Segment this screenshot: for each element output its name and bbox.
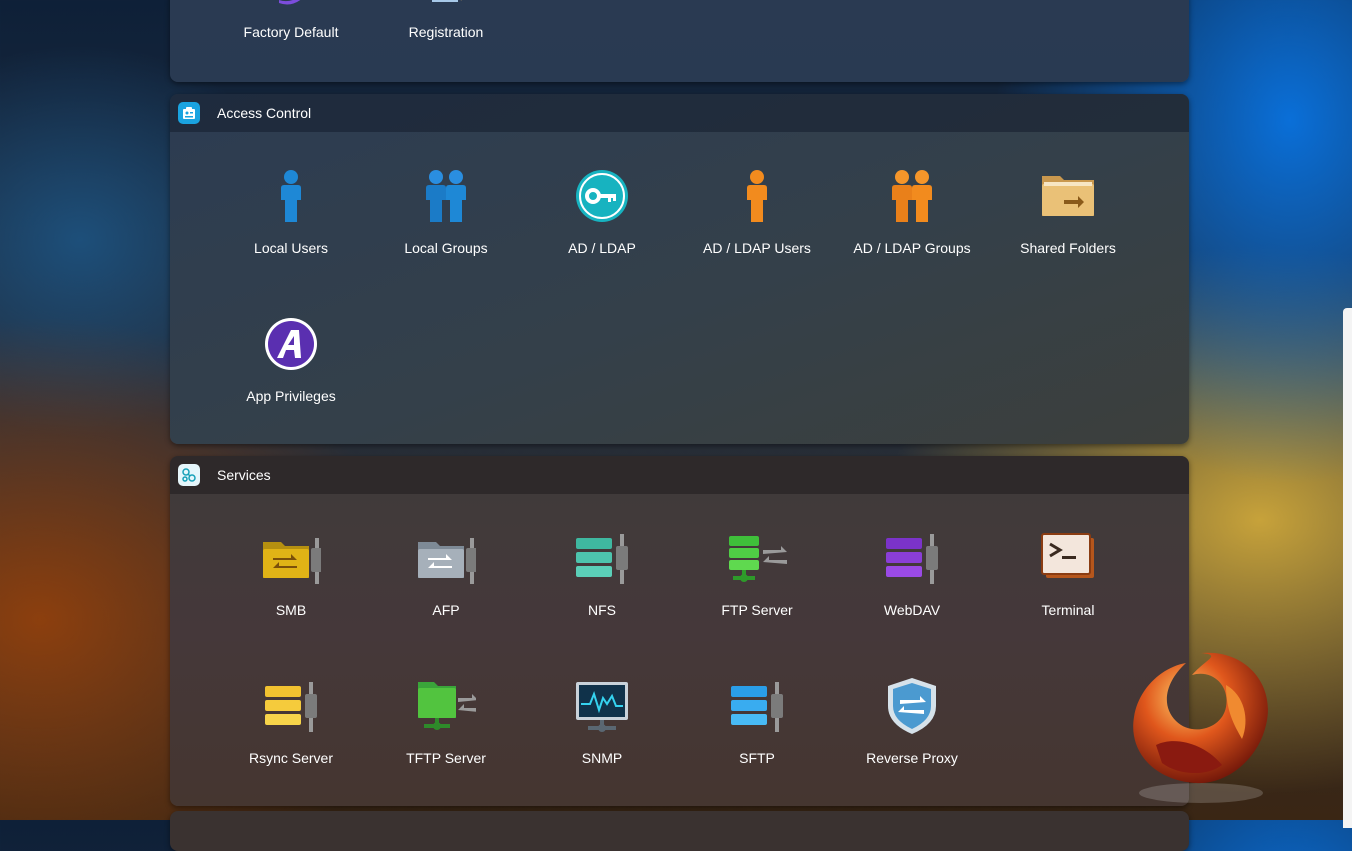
registration-item[interactable]: Registration [376, 0, 516, 40]
rsync-server-icon [265, 682, 317, 732]
smb-icon [263, 538, 321, 584]
key-icon [576, 170, 628, 222]
item-label: TFTP Server [406, 750, 486, 766]
vertical-scrollbar[interactable] [1343, 308, 1352, 828]
app-privileges-item[interactable]: App Privileges [221, 314, 361, 404]
access-control-icon [178, 102, 200, 124]
item-label: AD / LDAP Groups [853, 240, 971, 256]
shared-folder-icon [1042, 176, 1094, 216]
tftp-server-item[interactable]: TFTP Server [376, 676, 516, 766]
item-label: SFTP [739, 750, 775, 766]
sftp-icon [731, 682, 783, 732]
item-label: SNMP [581, 750, 623, 766]
snmp-icon [576, 682, 628, 732]
nfs-item[interactable]: NFS [532, 528, 672, 618]
item-label: AD / LDAP Users [703, 240, 811, 256]
ldap-groups-icon [892, 170, 932, 222]
item-label: App Privileges [246, 388, 336, 404]
webdav-item[interactable]: WebDAV [842, 528, 982, 618]
local-groups-item[interactable]: Local Groups [376, 166, 516, 256]
item-label: Rsync Server [248, 750, 334, 766]
terminal-icon [1041, 533, 1094, 578]
ftp-server-icon [729, 536, 787, 582]
snmp-item[interactable]: SNMP [532, 676, 672, 766]
ad-ldap-item[interactable]: AD / LDAP [532, 166, 672, 256]
webdav-icon [886, 534, 938, 584]
local-users-item[interactable]: Local Users [221, 166, 361, 256]
afp-item[interactable]: AFP [376, 528, 516, 618]
item-label: WebDAV [883, 602, 941, 618]
next-panel [170, 811, 1189, 851]
brand-logo-icon [1133, 652, 1268, 803]
item-label: Local Groups [404, 240, 488, 256]
reverse-proxy-icon [888, 678, 936, 734]
smb-item[interactable]: SMB [221, 528, 361, 618]
item-label: FTP Server [721, 602, 793, 618]
factory-default-item[interactable]: Factory Default [221, 0, 361, 40]
terminal-item[interactable]: Terminal [998, 528, 1138, 618]
item-label: Local Users [254, 240, 328, 256]
local-user-icon [281, 170, 301, 222]
access-control-panel: Access Control Local Users Local Groups … [170, 94, 1189, 444]
item-label: SMB [275, 602, 307, 618]
reverse-proxy-item[interactable]: Reverse Proxy [842, 676, 982, 766]
services-icon [178, 464, 200, 486]
access-control-header: Access Control [170, 94, 1189, 132]
rsync-server-item[interactable]: Rsync Server [221, 676, 361, 766]
ad-ldap-users-item[interactable]: AD / LDAP Users [687, 166, 827, 256]
ftp-server-item[interactable]: FTP Server [687, 528, 827, 618]
nfs-icon [576, 534, 628, 584]
system-panel: Factory Default Registration [170, 0, 1189, 82]
ldap-user-icon [747, 170, 767, 222]
afp-icon [418, 538, 476, 584]
services-panel: Services SMB AFP NFS FTP Server WebDAV T… [170, 456, 1189, 806]
factory-default-icon [279, 0, 301, 5]
item-label: NFS [588, 602, 616, 618]
shared-folders-item[interactable]: Shared Folders [998, 166, 1138, 256]
item-label: Terminal [1041, 602, 1095, 618]
local-groups-icon [426, 170, 466, 222]
tftp-server-icon [418, 682, 476, 730]
sftp-item[interactable]: SFTP [687, 676, 827, 766]
item-label: Reverse Proxy [866, 750, 958, 766]
ad-ldap-groups-item[interactable]: AD / LDAP Groups [842, 166, 982, 256]
app-privileges-icon [265, 318, 317, 370]
access-control-title: Access Control [217, 105, 312, 121]
item-label: Registration [408, 24, 484, 40]
services-title: Services [217, 467, 271, 483]
registration-icon [432, 0, 462, 2]
item-label: AD / LDAP [568, 240, 636, 256]
item-label: AFP [432, 602, 460, 618]
services-header: Services [170, 456, 1189, 494]
item-label: Shared Folders [1020, 240, 1116, 256]
item-label: Factory Default [243, 24, 339, 40]
